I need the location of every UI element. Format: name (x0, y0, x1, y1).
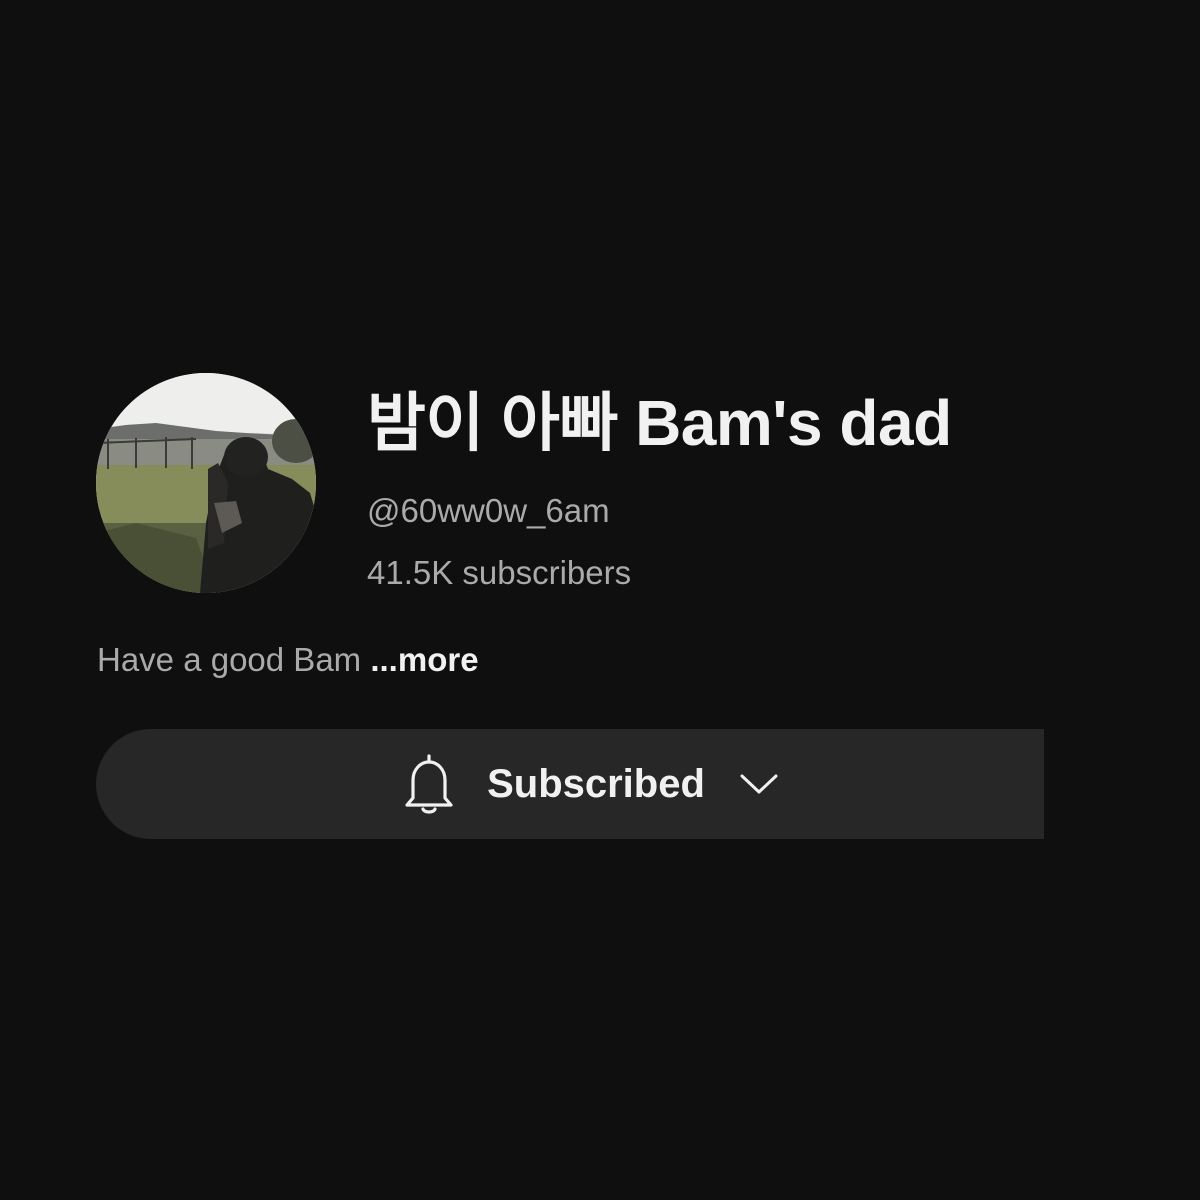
channel-handle: @60ww0w_6am (367, 492, 610, 529)
channel-name: 밤이 아빠 Bam's dad (367, 387, 952, 459)
subscribed-label: Subscribed (487, 761, 705, 806)
chevron-down-icon[interactable] (739, 772, 779, 796)
channel-description[interactable]: Have a good Bam ...more (97, 640, 479, 680)
avatar-photo (96, 373, 316, 593)
subscriber-count: 41.5K subscribers (367, 554, 632, 591)
subscribed-button-content: Subscribed (401, 752, 779, 816)
channel-header: 밤이 아빠 Bam's dad @60ww0w_6am 41.5K subscr… (0, 0, 1200, 1200)
subscribed-button[interactable]: Subscribed (96, 729, 1044, 839)
channel-avatar[interactable] (96, 373, 316, 593)
bell-icon (405, 754, 453, 814)
description-text: Have a good Bam (97, 641, 362, 678)
more-link[interactable]: ...more (370, 641, 478, 678)
